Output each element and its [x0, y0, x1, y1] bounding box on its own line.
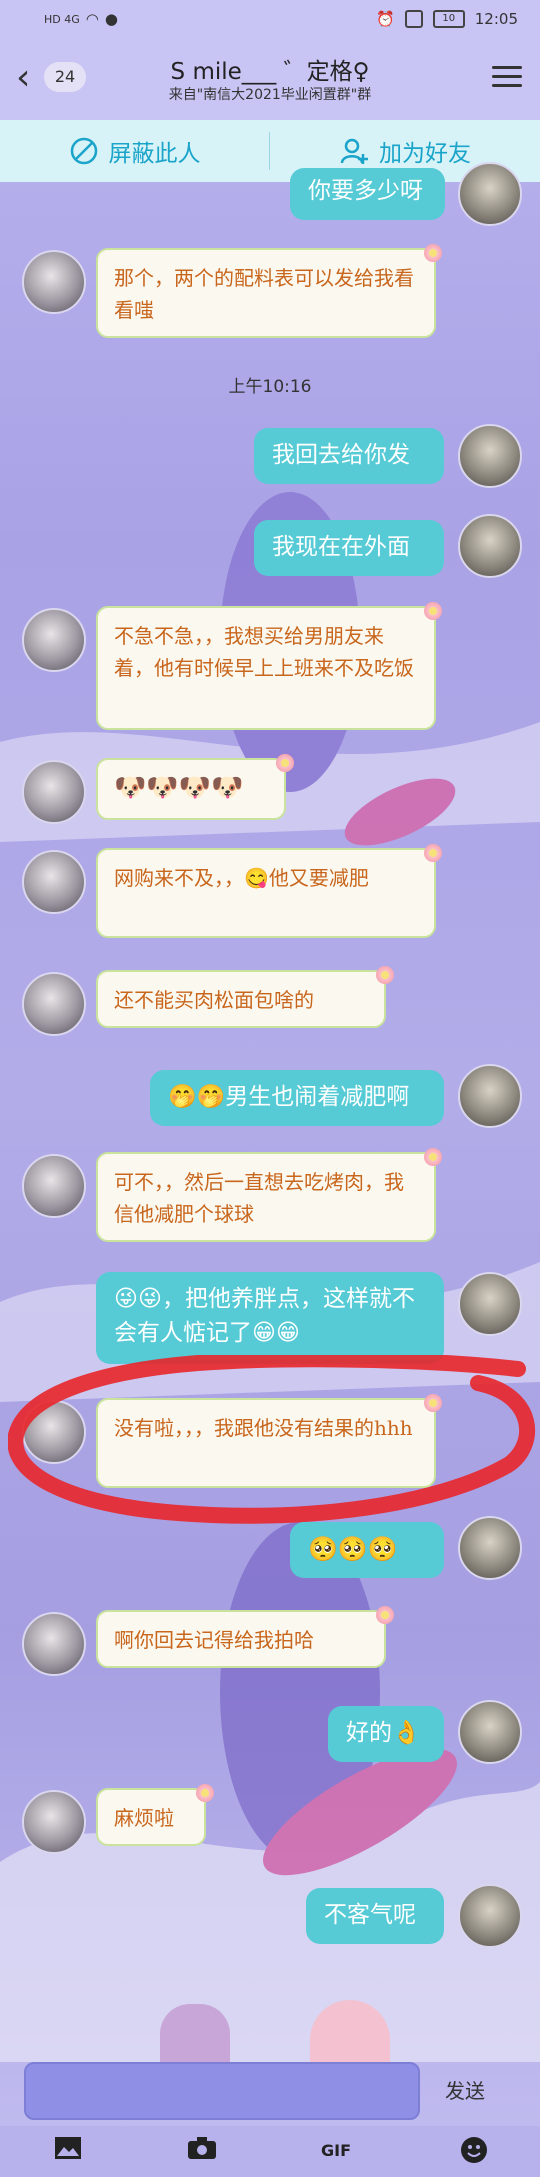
message-bubble-outgoing[interactable]: 不客气呢	[306, 1888, 444, 1944]
sender-avatar[interactable]	[22, 1790, 86, 1854]
message-bubble-outgoing[interactable]: 你要多少呀	[290, 168, 445, 220]
message-bubble-outgoing[interactable]: 🤭🤭男生也闹着减肥啊	[150, 1070, 444, 1126]
vibrate-icon	[404, 10, 423, 28]
message-input[interactable]	[24, 2062, 420, 2120]
my-avatar[interactable]	[458, 1064, 522, 1128]
alarm-icon: ⏰	[376, 10, 395, 28]
action-bar: 屏蔽此人 加为好友	[0, 120, 540, 182]
message-bubble-outgoing[interactable]: 我现在在外面	[254, 520, 444, 576]
input-toolbar: GIF	[0, 2126, 540, 2177]
block-user-label: 屏蔽此人	[108, 141, 201, 167]
chat-title: S mile___ ゛定格♀	[170, 59, 370, 85]
my-avatar[interactable]	[458, 1884, 522, 1948]
message-bubble-outgoing[interactable]: 🥺🥺🥺	[290, 1522, 444, 1578]
my-avatar[interactable]	[458, 162, 522, 226]
add-friend-label: 加为好友	[379, 141, 471, 167]
my-avatar[interactable]	[458, 514, 522, 578]
chat-header: ‹ 24 S mile___ ゛定格♀ 来自"南信大2021毕业闲置群"群	[0, 40, 540, 120]
flower-decoration-icon	[424, 244, 442, 262]
menu-icon[interactable]	[492, 60, 522, 93]
status-right: ⏰ 10 12:05	[376, 10, 518, 28]
flower-decoration-icon	[376, 966, 394, 984]
sticker-character-decoration	[160, 2004, 230, 2064]
sender-avatar[interactable]	[22, 1154, 86, 1218]
sender-avatar[interactable]	[22, 250, 86, 314]
battery-icon: 10	[432, 10, 465, 28]
red-annotation-scribble	[8, 1355, 536, 1524]
clock: 12:05	[474, 10, 518, 28]
block-icon	[70, 137, 97, 165]
my-avatar[interactable]	[458, 1700, 522, 1764]
send-button[interactable]: 发送	[445, 2075, 485, 2104]
message-bubble-incoming[interactable]: 可不，，然后一直想去吃烤肉，我信他减肥个球球	[96, 1152, 436, 1242]
message-bubble-outgoing[interactable]: 😜😜，把他养胖点，这样就不会有人惦记了😁😁	[96, 1272, 444, 1364]
message-bubble-incoming[interactable]: 那个，两个的配料表可以发给我看看嗤	[96, 248, 436, 338]
message-icon: ●	[104, 10, 118, 28]
message-bubble-incoming[interactable]: 🐶🐶🐶🐶	[96, 758, 286, 820]
message-bubble-outgoing[interactable]: 好的👌	[328, 1706, 444, 1762]
flower-decoration-icon	[424, 844, 442, 862]
sender-avatar[interactable]	[22, 850, 86, 914]
sender-avatar[interactable]	[22, 972, 86, 1036]
my-avatar[interactable]	[458, 1272, 522, 1336]
flower-decoration-icon	[424, 1148, 442, 1166]
camera-icon[interactable]	[186, 2136, 218, 2166]
back-arrow-icon[interactable]: ‹	[16, 60, 30, 96]
flower-decoration-icon	[276, 754, 294, 772]
chat-subtitle: 来自"南信大2021毕业闲置群"群	[168, 87, 372, 103]
add-user-icon	[340, 138, 368, 164]
status-left: HD 4G ◠ ●	[44, 10, 118, 28]
message-bubble-incoming[interactable]: 还不能买肉松面包啥的	[96, 970, 386, 1028]
message-bubble-incoming[interactable]: 啊你回去记得给我拍哈	[96, 1610, 386, 1668]
network-indicator: HD 4G	[44, 12, 80, 26]
my-avatar[interactable]	[458, 424, 522, 488]
flower-decoration-icon	[424, 602, 442, 620]
unread-count-badge[interactable]: 24	[44, 62, 86, 92]
sender-avatar[interactable]	[22, 1612, 86, 1676]
flower-decoration-icon	[196, 1784, 214, 1802]
my-avatar[interactable]	[458, 1516, 522, 1580]
block-user-button[interactable]: 屏蔽此人	[0, 120, 269, 182]
message-timestamp: 上午10:16	[228, 377, 312, 397]
message-bubble-incoming[interactable]: 网购来不及，，😋他又要减肥	[96, 848, 436, 938]
emoji-icon[interactable]	[458, 2136, 490, 2166]
flower-decoration-icon	[376, 1606, 394, 1624]
gif-icon[interactable]: GIF	[320, 2136, 352, 2166]
message-bubble-incoming[interactable]: 不急不急，，我想买给男朋友来着，他有时候早上上班来不及吃饭	[96, 606, 436, 730]
message-bubble-incoming[interactable]: 麻烦啦	[96, 1788, 206, 1846]
sender-avatar[interactable]	[22, 760, 86, 824]
message-bubble-outgoing[interactable]: 我回去给你发	[254, 428, 444, 484]
wifi-icon: ◠	[85, 10, 99, 28]
image-icon[interactable]	[52, 2136, 84, 2166]
status-bar: HD 4G ◠ ● ⏰ 10 12:05	[0, 0, 540, 40]
sender-avatar[interactable]	[22, 608, 86, 672]
